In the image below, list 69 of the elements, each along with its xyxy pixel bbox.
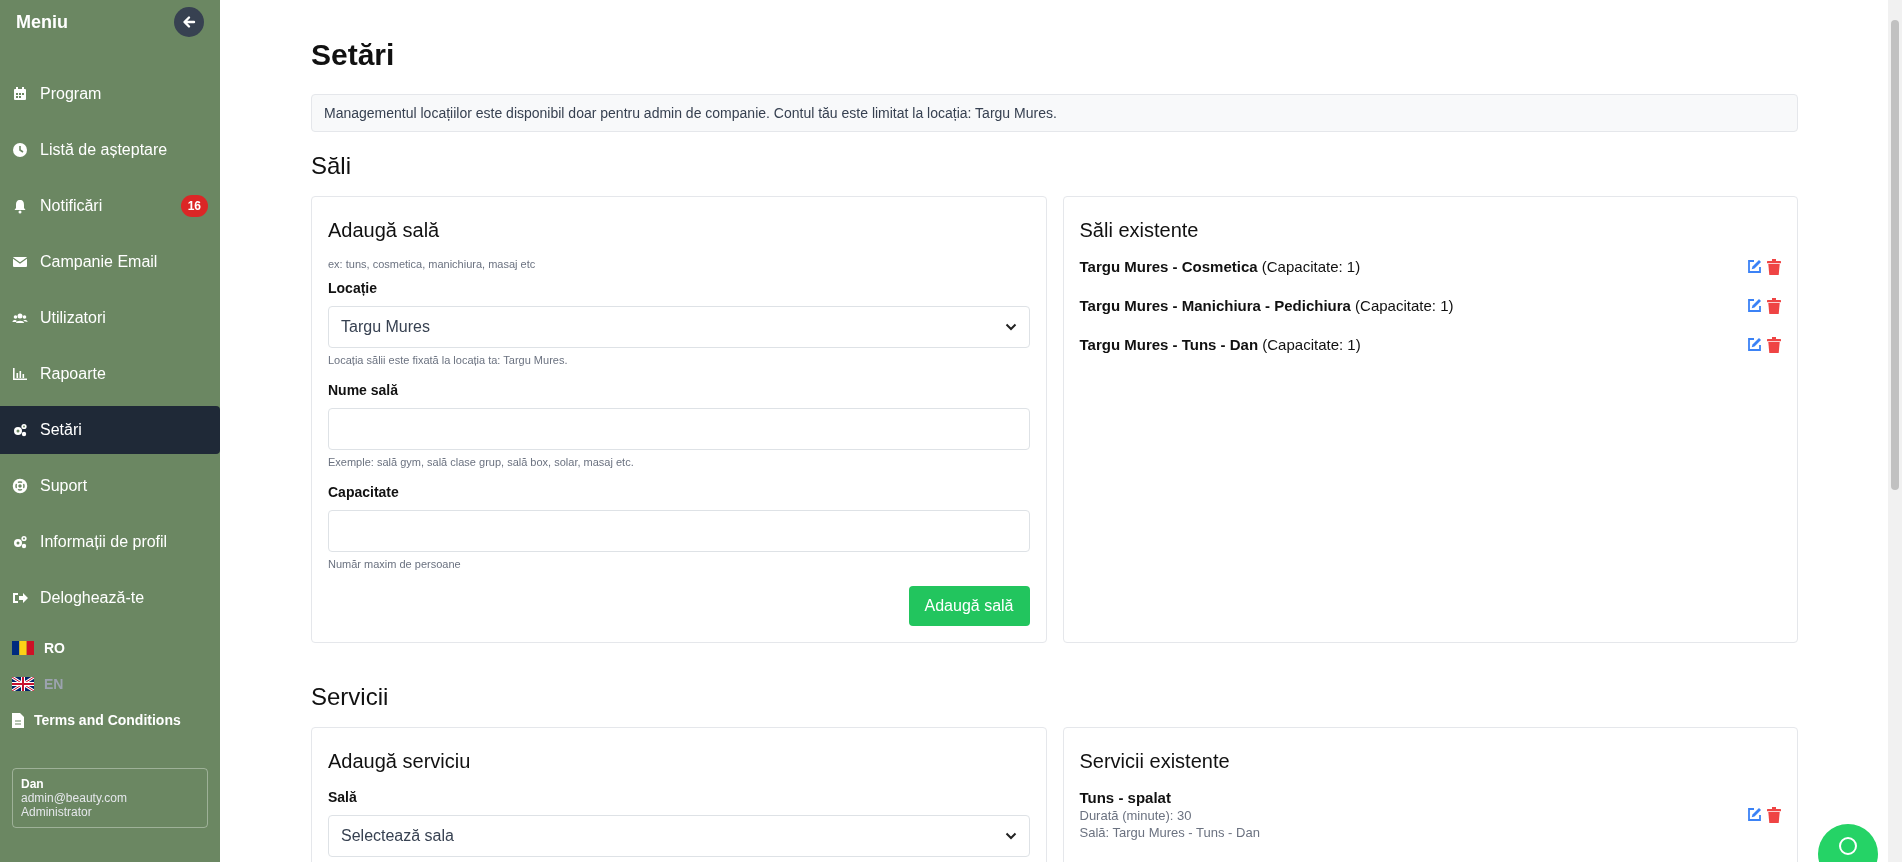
arrow-left-icon (182, 15, 196, 29)
collapse-button[interactable] (174, 7, 204, 37)
card-title: Adaugă serviciu (328, 750, 472, 773)
bell-icon (12, 198, 28, 214)
nav-item[interactable]: Deloghează-te (0, 574, 220, 622)
item-detail: Durată (minute): 30 (1079, 808, 1193, 823)
field-label: Sală (328, 789, 358, 805)
delete-icon[interactable] (1767, 806, 1781, 823)
input-field[interactable] (328, 510, 1030, 552)
edit-icon[interactable] (1747, 806, 1762, 823)
item-title: Targu Mures - Manichiura - Pedichiura (Capacitate: 1) (1079, 297, 1454, 314)
language-option[interactable]: RO (0, 630, 220, 666)
section-heading: Servicii (311, 683, 390, 711)
nav-item[interactable]: Setări (0, 406, 220, 454)
delete-icon[interactable] (1767, 336, 1781, 353)
field-label: Nume sală (328, 382, 400, 398)
nav-item[interactable]: Suport (0, 462, 220, 510)
user-email: admin@beauty.com (21, 791, 128, 805)
bar-chart-icon (12, 366, 28, 382)
delete-icon[interactable] (1767, 297, 1781, 314)
gears-icon (12, 534, 28, 550)
calendar-icon (12, 86, 28, 102)
flag-icon (12, 641, 34, 655)
card-title: Servicii existente (1079, 750, 1231, 773)
envelope-icon (12, 254, 28, 270)
item-detail: Sală: Targu Mures - Tuns - Dan (1079, 825, 1260, 840)
add-button[interactable]: Adaugă sală (908, 586, 1030, 626)
sign-out-icon (12, 590, 28, 606)
lifebuoy-icon (12, 478, 28, 494)
help-text: Exemple: sală gym, sală clase grup, sală box, solar, masaj etc. (328, 456, 635, 468)
chevron-down-icon (1004, 832, 1017, 840)
flag-icon (12, 677, 34, 691)
section-heading: Săli (311, 152, 353, 180)
nav-item[interactable]: Informații de profil (0, 518, 220, 566)
nav-item[interactable]: Campanie Email (0, 238, 220, 286)
select-field[interactable]: Targu Mures (328, 306, 1030, 348)
item-title: Targu Mures - Cosmetica (Capacitate: 1) (1079, 258, 1361, 275)
user-name: Dan (21, 777, 45, 791)
info-notice: Managementul locațiilor este disponibil doar pentru admin de companie. Contul tău este limitat la locația: Targu Mures. (311, 94, 1798, 132)
chevron-down-icon (1004, 323, 1017, 331)
notification-count: 16 (180, 195, 208, 217)
document-icon (12, 712, 24, 728)
terms-link[interactable]: Terms and Conditions (0, 702, 220, 738)
scrollbar[interactable] (1888, 0, 1902, 862)
item-title: Targu Mures - Tuns - Dan (Capacitate: 1) (1079, 336, 1361, 353)
card-title: Adaugă sală (328, 219, 441, 242)
nav-item[interactable]: Rapoarte (0, 350, 220, 398)
nav-item[interactable]: Program (0, 70, 220, 118)
edit-icon[interactable] (1747, 297, 1762, 314)
edit-icon[interactable] (1747, 336, 1762, 353)
card-title: Săli existente (1079, 219, 1200, 242)
user-role: Administrator (21, 805, 93, 819)
hint-text: ex: tuns, cosmetica, manichiura, masaj etc (328, 258, 537, 270)
select-field[interactable]: Selectează sala (328, 815, 1030, 857)
field-label: Locație (328, 280, 378, 296)
gears-icon (12, 422, 28, 438)
nav-item[interactable]: Listă de așteptare (0, 126, 220, 174)
help-text: Locația sălii este fixată la locația ta: Targu Mures. (328, 354, 569, 366)
item-title: Tuns - spalat (1079, 789, 1172, 806)
page-title: Setări (311, 38, 396, 72)
edit-icon[interactable] (1747, 258, 1762, 275)
field-label: Capacitate (328, 484, 400, 500)
nav-item[interactable]: Utilizatori (0, 294, 220, 342)
clock-icon (12, 142, 28, 158)
help-text: Număr maxim de persoane (328, 558, 462, 570)
input-field[interactable] (328, 408, 1030, 450)
menu-title: Meniu (16, 11, 68, 33)
nav-item[interactable]: Notificări 16 (0, 182, 220, 230)
delete-icon[interactable] (1767, 258, 1781, 275)
